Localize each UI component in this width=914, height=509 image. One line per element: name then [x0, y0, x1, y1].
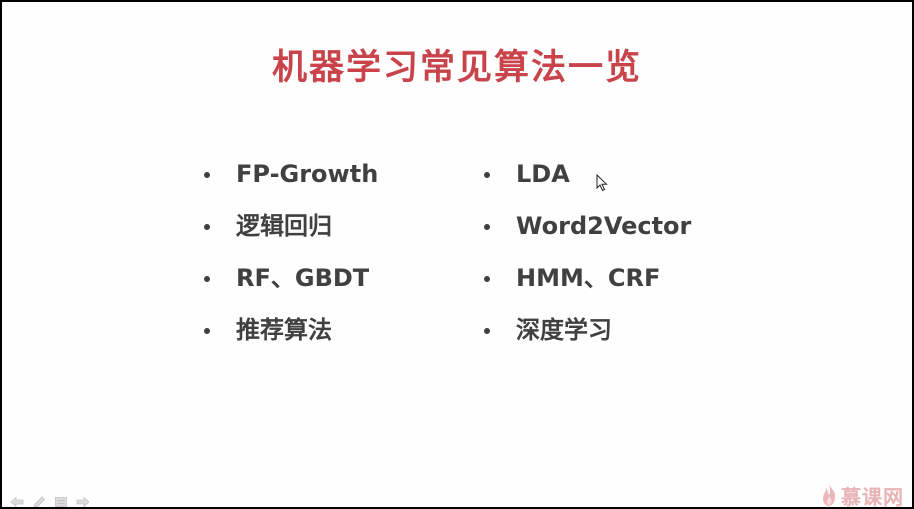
bullet-icon [484, 224, 490, 230]
slideshow-navigation [10, 495, 90, 507]
list-item-label: LDA [516, 160, 570, 188]
bullet-icon [204, 328, 210, 334]
list-item-label: HMM、CRF [516, 264, 661, 292]
bullet-icon [204, 224, 210, 230]
flame-icon [823, 484, 836, 506]
slide-title: 机器学习常见算法一览 [271, 48, 642, 88]
bullet-icon [204, 172, 210, 178]
bullet-icon [484, 172, 490, 178]
list-item-label: 逻辑回归 [236, 212, 332, 240]
slide-menu-icon[interactable] [54, 496, 68, 507]
pen-icon[interactable] [32, 496, 46, 507]
next-slide-icon[interactable] [76, 496, 90, 507]
list-item-label: Word2Vector [516, 212, 692, 240]
list-item-label: FP-Growth [236, 160, 379, 188]
previous-slide-icon[interactable] [10, 496, 24, 507]
watermark-logo: 慕课网 [821, 480, 904, 507]
list-item-label: 深度学习 [516, 316, 612, 344]
bullet-icon [484, 328, 490, 334]
list-item-label: RF、GBDT [236, 264, 370, 292]
list-item-label: 推荐算法 [236, 316, 332, 344]
logo-text: 慕课网 [841, 484, 904, 508]
mouse-pointer-icon [596, 174, 608, 192]
bullet-icon [484, 276, 490, 282]
presentation-window: 机器学习常见算法一览 FP-Growth 逻辑回归 RF、GBDT 推荐算法 L… [0, 0, 914, 509]
slide-canvas: 机器学习常见算法一览 FP-Growth 逻辑回归 RF、GBDT 推荐算法 L… [2, 2, 912, 507]
bullet-icon [204, 276, 210, 282]
